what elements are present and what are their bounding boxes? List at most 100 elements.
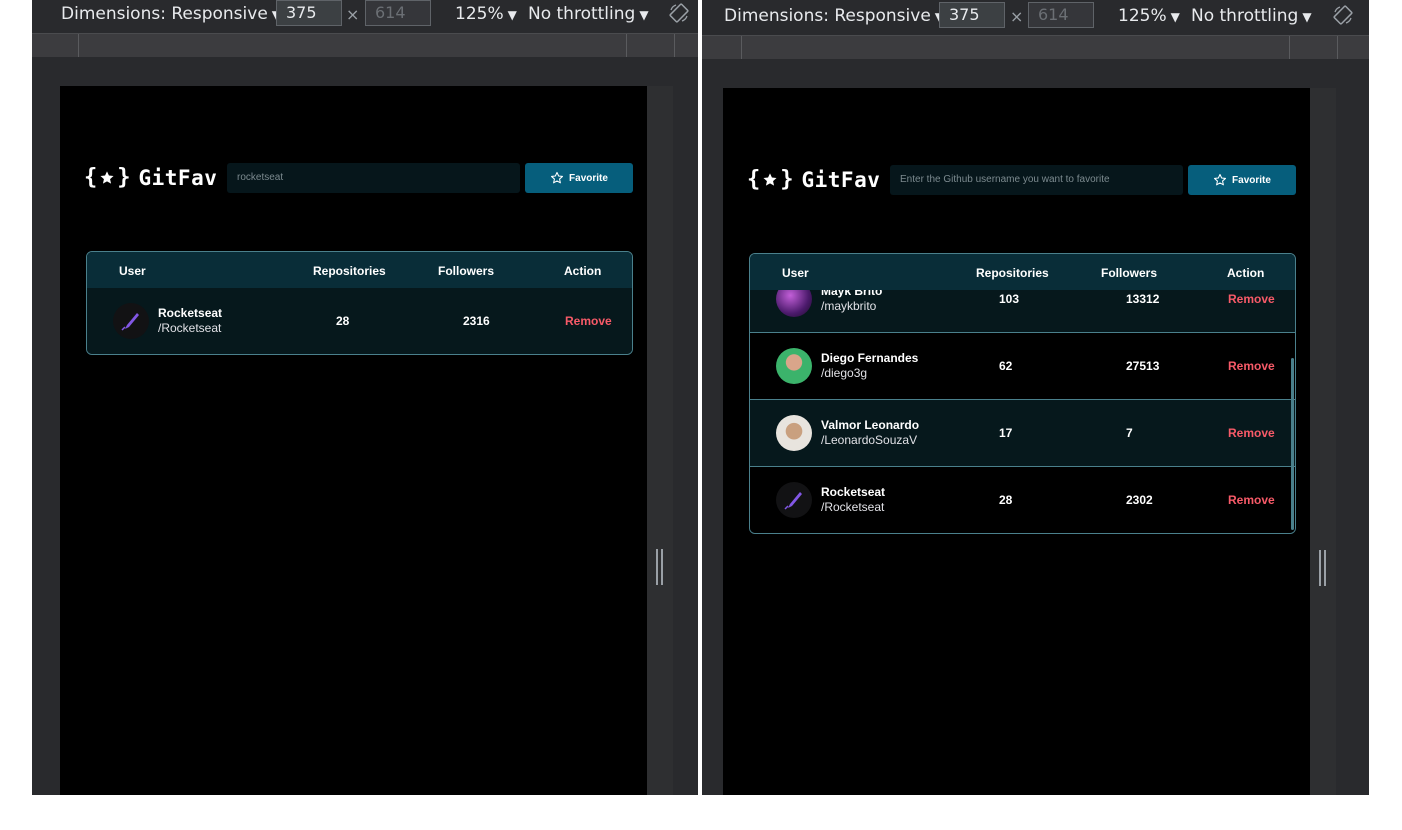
rotate-icon[interactable] (669, 3, 689, 23)
header-followers: Followers (1101, 266, 1158, 280)
gitfav-logo: { } GitFav (747, 167, 880, 192)
chevron-down-icon: ▼ (639, 8, 649, 22)
logo-brace-right: } (117, 165, 131, 190)
remove-button[interactable]: Remove (1228, 493, 1275, 507)
media-query-bar[interactable] (702, 35, 1369, 59)
table-header: User Repositories Followers Action (750, 254, 1295, 290)
favorite-label: Favorite (569, 172, 608, 184)
logo-brace-left: { (84, 165, 98, 190)
search-input[interactable]: rocketseat (227, 163, 520, 193)
avatar (776, 290, 812, 317)
user-name: Diego Fernandes (821, 351, 919, 365)
repositories-count: 103 (999, 292, 1020, 306)
header-action: Action (564, 264, 602, 278)
throttling-label: No throttling (1191, 6, 1299, 26)
table-row: Diego Fernandes /diego3g 62 27513 Remove (750, 332, 1295, 399)
dimensions-dropdown[interactable]: Dimensions: Responsive▼ (61, 0, 281, 30)
search-input[interactable]: Enter the Github username you want to fa… (890, 165, 1183, 195)
height-input[interactable]: 614 (365, 0, 431, 26)
rotate-icon[interactable] (1333, 5, 1353, 25)
media-query-segment[interactable] (1337, 36, 1369, 59)
remove-button[interactable]: Remove (565, 314, 612, 328)
header-repositories: Repositories (313, 264, 386, 278)
followers-count: 7 (1126, 426, 1133, 440)
media-query-segment[interactable] (741, 36, 1290, 59)
table-row: Rocketseat /Rocketseat 28 2302 Remove (750, 466, 1295, 533)
dimensions-dropdown[interactable]: Dimensions: Responsive▼ (724, 2, 944, 32)
user-login[interactable]: /LeonardoSouzaV (821, 433, 917, 447)
avatar (113, 303, 149, 339)
repositories-count: 17 (999, 426, 1013, 440)
devtools-pane-right: Dimensions: Responsive▼ 375 × 614 125%▼ … (702, 0, 1369, 795)
chevron-down-icon: ▼ (1170, 10, 1180, 24)
table-body[interactable]: Mayk Brito /maykbrito 103 13312 Remove D… (750, 290, 1295, 533)
user-name: Mayk Brito (821, 290, 883, 298)
header-user: User (119, 264, 146, 278)
throttling-label: No throttling (528, 4, 636, 24)
star-icon (100, 170, 114, 184)
user-login[interactable]: /Rocketseat (158, 321, 221, 335)
media-query-segment[interactable] (78, 34, 627, 57)
times-sign: × (1010, 7, 1024, 26)
repositories-count: 28 (336, 314, 350, 328)
followers-count: 27513 (1126, 359, 1160, 373)
user-name: Rocketseat (821, 485, 886, 499)
rocket-icon (784, 492, 802, 510)
media-query-segment[interactable] (674, 34, 698, 57)
zoom-dropdown[interactable]: 125% ▼ (1118, 2, 1180, 32)
zoom-dropdown[interactable]: 125% ▼ (455, 0, 517, 30)
user-login[interactable]: /diego3g (821, 366, 867, 380)
avatar (776, 348, 812, 384)
remove-button[interactable]: Remove (1228, 359, 1275, 373)
viewport-resize-bar (647, 86, 673, 795)
resize-handle[interactable] (656, 549, 663, 585)
avatar (776, 415, 812, 451)
logo-text: GitFav (801, 167, 881, 192)
table-scrollbar[interactable] (1291, 358, 1294, 530)
followers-count: 2302 (1126, 493, 1153, 507)
favorites-table: User Repositories Followers Action Rocke… (86, 251, 633, 355)
zoom-label: 125% (455, 4, 504, 24)
chevron-down-icon: ▼ (507, 8, 517, 22)
media-query-bar[interactable] (32, 33, 698, 57)
throttling-dropdown[interactable]: No throttling ▼ (1191, 2, 1312, 32)
star-outline-icon (551, 171, 564, 184)
repositories-count: 62 (999, 359, 1013, 373)
star-outline-icon (1214, 173, 1227, 186)
header-action: Action (1227, 266, 1265, 280)
media-query-segment[interactable] (1289, 36, 1338, 59)
user-name: Rocketseat (158, 306, 223, 320)
width-input[interactable]: 375 (276, 0, 342, 26)
viewport-resize-bar (1310, 88, 1336, 795)
header-repositories: Repositories (976, 266, 1049, 280)
table-body: Rocketseat /Rocketseat 28 2316 Remove (87, 288, 632, 354)
user-login[interactable]: /maykbrito (821, 299, 876, 313)
width-input[interactable]: 375 (939, 2, 1005, 28)
followers-count: 2316 (463, 314, 490, 328)
devtools-pane-left: Dimensions: Responsive▼ 375 × 614 125%▼ … (32, 0, 698, 795)
zoom-label: 125% (1118, 6, 1167, 26)
table-row: Rocketseat /Rocketseat 28 2316 Remove (87, 288, 632, 354)
remove-button[interactable]: Remove (1228, 292, 1275, 306)
table-row: Mayk Brito /maykbrito 103 13312 Remove (750, 290, 1295, 332)
times-sign: × (346, 5, 360, 24)
resize-handle[interactable] (1319, 550, 1326, 586)
avatar (776, 482, 812, 518)
favorite-button[interactable]: Favorite (525, 163, 633, 193)
gitfav-logo: { } GitFav (84, 165, 217, 190)
favorite-button[interactable]: Favorite (1188, 165, 1296, 195)
device-viewport: { } GitFav Enter the Github username you… (723, 88, 1310, 795)
logo-text: GitFav (138, 165, 218, 190)
chevron-down-icon: ▼ (1302, 10, 1312, 24)
followers-count: 13312 (1126, 292, 1160, 306)
remove-button[interactable]: Remove (1228, 426, 1275, 440)
header-user: User (782, 266, 809, 280)
user-name: Valmor Leonardo (821, 418, 920, 432)
user-login[interactable]: /Rocketseat (821, 500, 884, 514)
height-input[interactable]: 614 (1028, 2, 1094, 28)
dimensions-label: Dimensions: Responsive (61, 4, 268, 24)
throttling-dropdown[interactable]: No throttling ▼ (528, 0, 649, 30)
media-query-segment[interactable] (626, 34, 675, 57)
star-icon (763, 172, 777, 186)
repositories-count: 28 (999, 493, 1013, 507)
